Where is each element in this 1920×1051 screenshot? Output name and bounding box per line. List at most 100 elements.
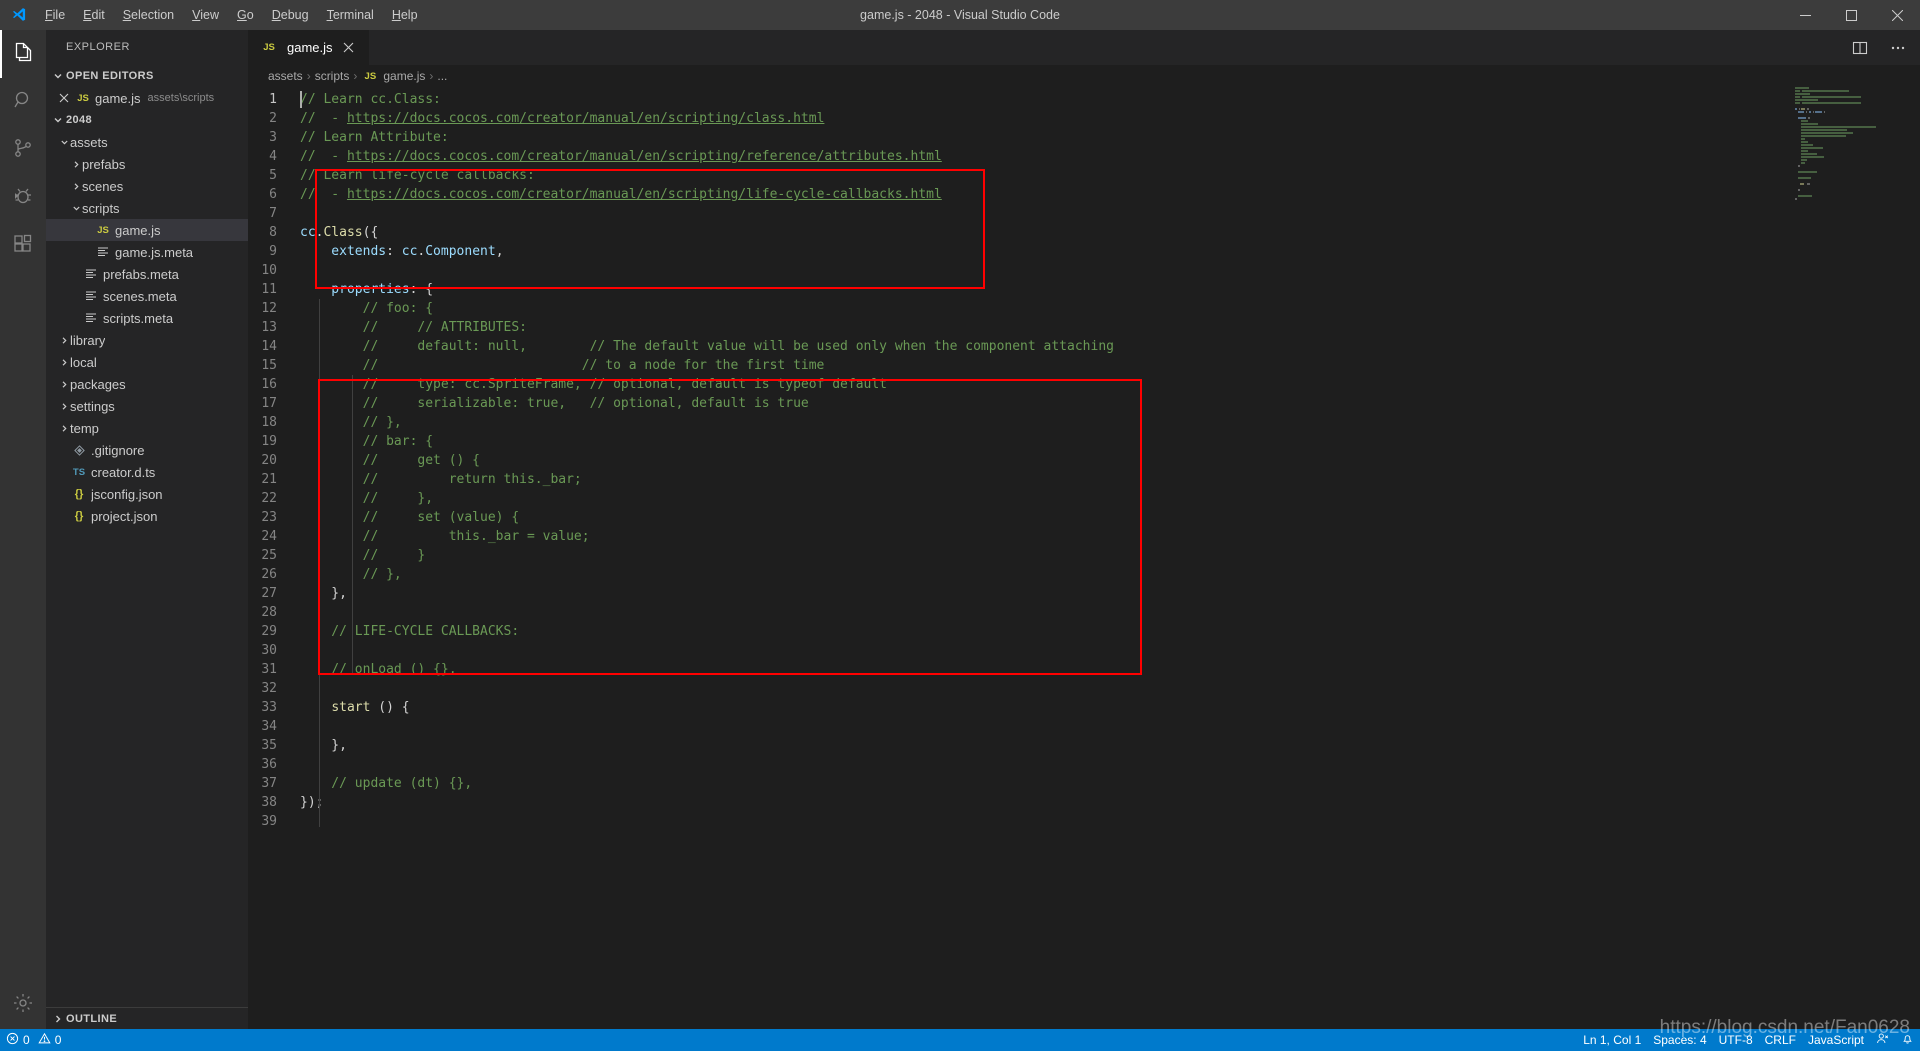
breadcrumb-item-game-js[interactable]: JS game.js: [361, 69, 426, 83]
code-line[interactable]: 11 properties: {: [248, 280, 1920, 299]
menu-go[interactable]: Go: [228, 0, 263, 30]
tree-item-scripts-meta[interactable]: scripts.meta: [46, 307, 248, 329]
vertical-scrollbar[interactable]: [1906, 87, 1920, 1029]
more-actions-icon[interactable]: [1884, 30, 1912, 65]
code-line[interactable]: 25 // }: [248, 546, 1920, 565]
code-line[interactable]: 12 // foo: {: [248, 299, 1920, 318]
menu-file[interactable]: File: [36, 0, 74, 30]
activity-item-debug[interactable]: [0, 174, 46, 222]
minimap[interactable]: [1791, 87, 1906, 1029]
code-line[interactable]: 27 },: [248, 584, 1920, 603]
activity-item-extensions[interactable]: [0, 222, 46, 270]
code-line[interactable]: 9 extends: cc.Component,: [248, 242, 1920, 261]
code-line[interactable]: 21 // return this._bar;: [248, 470, 1920, 489]
split-editor-icon[interactable]: [1846, 30, 1874, 65]
close-icon[interactable]: [339, 38, 359, 58]
status-cursor-position[interactable]: Ln 1, Col 1: [1577, 1029, 1647, 1051]
code-line[interactable]: 8 cc.Class({: [248, 223, 1920, 242]
code-line[interactable]: 36: [248, 755, 1920, 774]
status-indentation[interactable]: Spaces: 4: [1647, 1029, 1712, 1051]
status-problems[interactable]: 0 0: [0, 1029, 67, 1051]
status-feedback[interactable]: [1870, 1029, 1895, 1051]
tree-item-prefabs-meta[interactable]: prefabs.meta: [46, 263, 248, 285]
status-notifications[interactable]: [1895, 1029, 1920, 1051]
code-line[interactable]: 10: [248, 261, 1920, 280]
code-line[interactable]: 39: [248, 812, 1920, 831]
tree-item-game-js-meta[interactable]: game.js.meta: [46, 241, 248, 263]
tree-item-gitignore[interactable]: .gitignore: [46, 439, 248, 461]
code-line[interactable]: 35 },: [248, 736, 1920, 755]
code-line[interactable]: 15 // // to a node for the first time: [248, 356, 1920, 375]
breadcrumb-item-symbol[interactable]: ...: [437, 69, 447, 83]
code-line[interactable]: 3 // Learn Attribute:: [248, 128, 1920, 147]
code-editor[interactable]: 1 // Learn cc.Class: 2 // - https://docs.co…: [248, 87, 1920, 1029]
code-line[interactable]: 30: [248, 641, 1920, 660]
tree-item-temp[interactable]: temp: [46, 417, 248, 439]
code-line[interactable]: 28: [248, 603, 1920, 622]
menu-help[interactable]: Help: [383, 0, 427, 30]
menu-selection[interactable]: Selection: [114, 0, 183, 30]
code-line[interactable]: 38});: [248, 793, 1920, 812]
open-editor-item-game-js[interactable]: JS game.js assets\scripts: [46, 87, 248, 109]
tree-item-game-js[interactable]: JS game.js: [46, 219, 248, 241]
code-line[interactable]: 18 // },: [248, 413, 1920, 432]
tree-item-creator-d-ts[interactable]: TS creator.d.ts: [46, 461, 248, 483]
code-line[interactable]: 6 // - https://docs.cocos.com/creator/man…: [248, 185, 1920, 204]
code-line[interactable]: 31 // onLoad () {},: [248, 660, 1920, 679]
tree-item-library[interactable]: library: [46, 329, 248, 351]
code-line[interactable]: 17 // serializable: true, // optional, d…: [248, 394, 1920, 413]
menu-view[interactable]: View: [183, 0, 228, 30]
status-eol[interactable]: CRLF: [1759, 1029, 1802, 1051]
breadcrumb-item-assets[interactable]: assets: [268, 69, 303, 83]
tab-game-js[interactable]: JS game.js: [248, 30, 370, 65]
breadcrumb-item-scripts[interactable]: scripts: [315, 69, 350, 83]
code-line[interactable]: 4 // - https://docs.cocos.com/creator/man…: [248, 147, 1920, 166]
activity-item-search[interactable]: [0, 78, 46, 126]
code-line[interactable]: 1 // Learn cc.Class:: [248, 90, 1920, 109]
code-line[interactable]: 24 // this._bar = value;: [248, 527, 1920, 546]
code-line[interactable]: 16 // type: cc.SpriteFrame, // optional,…: [248, 375, 1920, 394]
code-line[interactable]: 5 // Learn life-cycle callbacks:: [248, 166, 1920, 185]
menu-edit[interactable]: Edit: [74, 0, 114, 30]
tree-item-scripts[interactable]: scripts: [46, 197, 248, 219]
tree-item-assets[interactable]: assets: [46, 131, 248, 153]
code-line[interactable]: 7: [248, 204, 1920, 223]
activity-item-explorer[interactable]: [0, 30, 46, 78]
tree-item-scenes-meta[interactable]: scenes.meta: [46, 285, 248, 307]
tree-item-settings[interactable]: settings: [46, 395, 248, 417]
code-line[interactable]: 19 // bar: {: [248, 432, 1920, 451]
tree-item-prefabs[interactable]: prefabs: [46, 153, 248, 175]
maximize-button[interactable]: [1828, 0, 1874, 30]
code-line[interactable]: 20 // get () {: [248, 451, 1920, 470]
code-link[interactable]: https://docs.cocos.com/creator/manual/en…: [347, 111, 824, 126]
status-language-mode[interactable]: JavaScript: [1802, 1029, 1870, 1051]
menu-terminal[interactable]: Terminal: [318, 0, 383, 30]
code-line[interactable]: 29 // LIFE-CYCLE CALLBACKS:: [248, 622, 1920, 641]
minimize-button[interactable]: [1782, 0, 1828, 30]
tree-item-scenes[interactable]: scenes: [46, 175, 248, 197]
activity-item-source-control[interactable]: [0, 126, 46, 174]
code-line[interactable]: 33 start () {: [248, 698, 1920, 717]
code-line[interactable]: 34: [248, 717, 1920, 736]
tree-item-local[interactable]: local: [46, 351, 248, 373]
code-line[interactable]: 26 // },: [248, 565, 1920, 584]
status-encoding[interactable]: UTF-8: [1713, 1029, 1759, 1051]
code-line[interactable]: 22 // },: [248, 489, 1920, 508]
tree-item-jsconfig-json[interactable]: {} jsconfig.json: [46, 483, 248, 505]
code-link[interactable]: https://docs.cocos.com/creator/manual/en…: [347, 149, 942, 164]
code-line[interactable]: 13 // // ATTRIBUTES:: [248, 318, 1920, 337]
code-line[interactable]: 23 // set (value) {: [248, 508, 1920, 527]
section-project-2048[interactable]: 2048: [46, 109, 248, 131]
code-line[interactable]: 2 // - https://docs.cocos.com/creator/man…: [248, 109, 1920, 128]
code-line[interactable]: 14 // default: null, // The default valu…: [248, 337, 1920, 356]
section-outline[interactable]: OUTLINE: [46, 1007, 248, 1029]
code-line[interactable]: 32: [248, 679, 1920, 698]
section-open-editors[interactable]: OPEN EDITORS: [46, 65, 248, 87]
close-icon[interactable]: [54, 93, 74, 103]
tree-item-project-json[interactable]: {} project.json: [46, 505, 248, 527]
close-button[interactable]: [1874, 0, 1920, 30]
code-link[interactable]: https://docs.cocos.com/creator/manual/en…: [347, 187, 942, 202]
menu-debug[interactable]: Debug: [263, 0, 318, 30]
code-line[interactable]: 37 // update (dt) {},: [248, 774, 1920, 793]
tree-item-packages[interactable]: packages: [46, 373, 248, 395]
